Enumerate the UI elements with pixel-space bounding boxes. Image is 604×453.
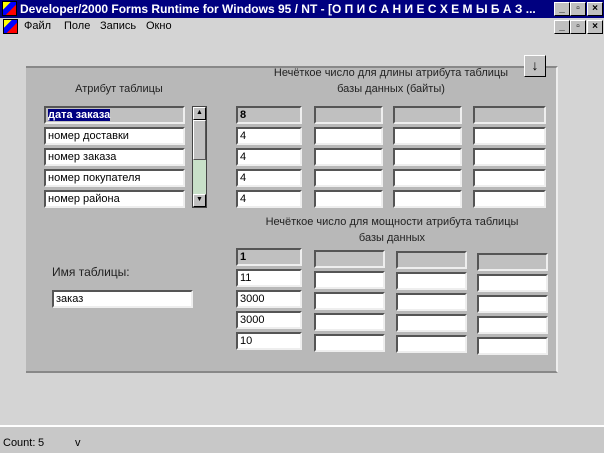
attribute-header: Атрибут таблицы	[75, 83, 163, 95]
menu-field[interactable]: Поле	[64, 18, 90, 35]
power-cell[interactable]	[396, 293, 467, 311]
power-cell[interactable]	[396, 251, 467, 269]
power-cell[interactable]	[396, 314, 467, 332]
attribute-field[interactable]: номер доставки	[44, 127, 185, 145]
length-cell[interactable]	[393, 169, 462, 187]
power-cell[interactable]	[314, 292, 385, 310]
power-cell[interactable]	[477, 253, 548, 271]
power-header-2: базы данных	[358, 232, 426, 244]
power-cell[interactable]	[314, 250, 385, 268]
attribute-field[interactable]: номер покупателя	[44, 169, 185, 187]
length-cell[interactable]	[393, 190, 462, 208]
menu-file[interactable]: Файл	[24, 18, 51, 35]
document-icon[interactable]	[3, 19, 18, 34]
status-indicator: v	[75, 437, 81, 449]
table-name-label: Имя таблицы:	[52, 265, 130, 279]
length-header-2: базы данных (байты)	[337, 83, 445, 95]
attribute-value: номер доставки	[48, 130, 129, 142]
power-cell[interactable]	[314, 313, 385, 331]
scrollbar[interactable]: ▲ ▼	[192, 106, 207, 208]
power-cell[interactable]: 3000	[236, 311, 302, 329]
length-cell[interactable]: 4	[236, 148, 302, 166]
doc-restore-icon[interactable]: ▫	[570, 20, 586, 34]
attribute-field[interactable]: номер района	[44, 190, 185, 208]
attribute-field[interactable]: номер заказа	[44, 148, 185, 166]
doc-minimize-icon[interactable]: _	[554, 20, 570, 34]
power-cell[interactable]	[314, 334, 385, 352]
power-cell[interactable]	[477, 316, 548, 334]
menu-window[interactable]: Окно	[146, 18, 172, 35]
power-cell[interactable]: 11	[236, 269, 302, 287]
length-cell[interactable]: 4	[236, 190, 302, 208]
power-cell[interactable]	[477, 295, 548, 313]
length-cell[interactable]	[314, 190, 383, 208]
length-cell[interactable]	[473, 127, 546, 145]
power-cell[interactable]: 1	[236, 248, 302, 266]
restore-icon[interactable]: ▫	[570, 2, 586, 16]
length-cell[interactable]	[393, 148, 462, 166]
count-value: 5	[38, 437, 45, 449]
minimize-icon[interactable]: _	[554, 2, 570, 16]
count-label: Count:	[3, 437, 36, 449]
attribute-field[interactable]: дата заказа	[44, 106, 185, 124]
length-cell[interactable]: 8	[236, 106, 302, 124]
length-cell[interactable]: 4	[236, 127, 302, 145]
power-cell[interactable]	[314, 271, 385, 289]
length-cell[interactable]	[314, 106, 383, 124]
title-bar: Developer/2000 Forms Runtime for Windows…	[0, 0, 604, 18]
power-cell[interactable]	[477, 337, 548, 355]
close-icon[interactable]: ×	[587, 2, 603, 16]
power-cell[interactable]	[396, 335, 467, 353]
attribute-value: номер заказа	[48, 151, 117, 163]
scroll-thumb[interactable]	[193, 120, 206, 160]
power-header-1: Нечёткое число для мощности атрибута таб…	[265, 216, 519, 228]
length-cell[interactable]	[393, 106, 462, 124]
length-cell[interactable]	[473, 190, 546, 208]
attribute-value: номер района	[48, 193, 120, 205]
length-cell[interactable]	[393, 127, 462, 145]
length-cell[interactable]	[314, 148, 383, 166]
length-cell[interactable]: 4	[236, 169, 302, 187]
length-cell[interactable]	[473, 106, 546, 124]
power-cell[interactable]	[396, 272, 467, 290]
power-cell[interactable]: 10	[236, 332, 302, 350]
attribute-value: дата заказа	[48, 109, 111, 121]
length-cell[interactable]	[473, 169, 546, 187]
length-header-1: Нечёткое число для длины атрибута таблиц…	[273, 67, 509, 79]
scroll-down-icon[interactable]: ▼	[193, 194, 206, 207]
table-name-field[interactable]: заказ	[52, 290, 193, 308]
menu-bar: Файл Поле Запись Окно _ ▫ ×	[0, 18, 604, 35]
length-cell[interactable]	[314, 169, 383, 187]
length-cell[interactable]	[314, 127, 383, 145]
app-icon[interactable]	[2, 1, 17, 16]
attribute-value: номер покупателя	[48, 172, 141, 184]
power-cell[interactable]: 3000	[236, 290, 302, 308]
power-cell[interactable]	[477, 274, 548, 292]
length-cell[interactable]	[473, 148, 546, 166]
window-title: Developer/2000 Forms Runtime for Windows…	[20, 2, 536, 16]
doc-close-icon[interactable]: ×	[587, 20, 603, 34]
menu-record[interactable]: Запись	[100, 18, 136, 35]
scroll-up-icon[interactable]: ▲	[193, 107, 206, 120]
status-bar: Count: 5 v	[0, 425, 604, 453]
